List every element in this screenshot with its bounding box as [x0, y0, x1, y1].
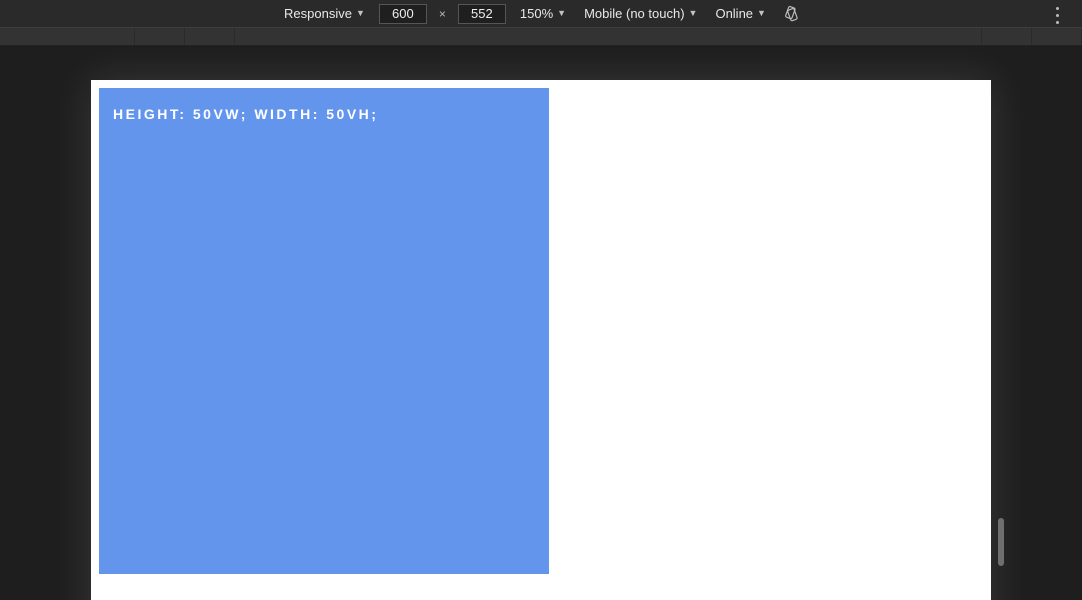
ruler-segment — [932, 28, 982, 45]
more-options-button[interactable] — [1046, 4, 1068, 26]
ruler-segment — [185, 28, 235, 45]
chevron-down-icon: ▼ — [757, 9, 766, 18]
throttling-select[interactable]: Mobile (no touch) ▼ — [580, 6, 701, 21]
kebab-icon — [1056, 14, 1059, 17]
scrollbar-thumb[interactable] — [998, 518, 1004, 566]
viewport-height-input[interactable] — [458, 4, 506, 24]
device-select[interactable]: Responsive ▼ — [280, 6, 369, 21]
zoom-select[interactable]: 150% ▼ — [516, 6, 570, 21]
dimension-separator: × — [437, 7, 448, 21]
ruler-segment — [982, 28, 1032, 45]
ruler-segment — [235, 28, 932, 45]
throttling-label: Mobile (no touch) — [584, 6, 684, 21]
ruler-segment — [135, 28, 185, 45]
zoom-label: 150% — [520, 6, 553, 21]
demo-box: HEIGHT: 50VW; WIDTH: 50VH; — [99, 88, 549, 574]
chevron-down-icon: ▼ — [557, 9, 566, 18]
chevron-down-icon: ▼ — [689, 9, 698, 18]
rendered-page: HEIGHT: 50VW; WIDTH: 50VH; — [91, 80, 991, 600]
device-select-label: Responsive — [284, 6, 352, 21]
device-toolbar: Responsive ▼ × 150% ▼ Mobile (no touch) … — [0, 0, 1082, 28]
network-select[interactable]: Online ▼ — [711, 6, 770, 21]
viewport-stage: HEIGHT: 50VW; WIDTH: 50VH; — [0, 46, 1082, 600]
rotate-icon[interactable] — [780, 3, 802, 25]
viewport-width-input[interactable] — [379, 4, 427, 24]
demo-box-label: HEIGHT: 50VW; WIDTH: 50VH; — [113, 106, 535, 122]
kebab-icon — [1056, 21, 1059, 24]
kebab-icon — [1056, 7, 1059, 10]
ruler-bar — [0, 28, 1082, 46]
device-toolbar-group: Responsive ▼ × 150% ▼ Mobile (no touch) … — [280, 3, 802, 25]
ruler-segment — [1032, 28, 1082, 45]
chevron-down-icon: ▼ — [356, 9, 365, 18]
network-label: Online — [715, 6, 753, 21]
ruler-segment — [0, 28, 135, 45]
